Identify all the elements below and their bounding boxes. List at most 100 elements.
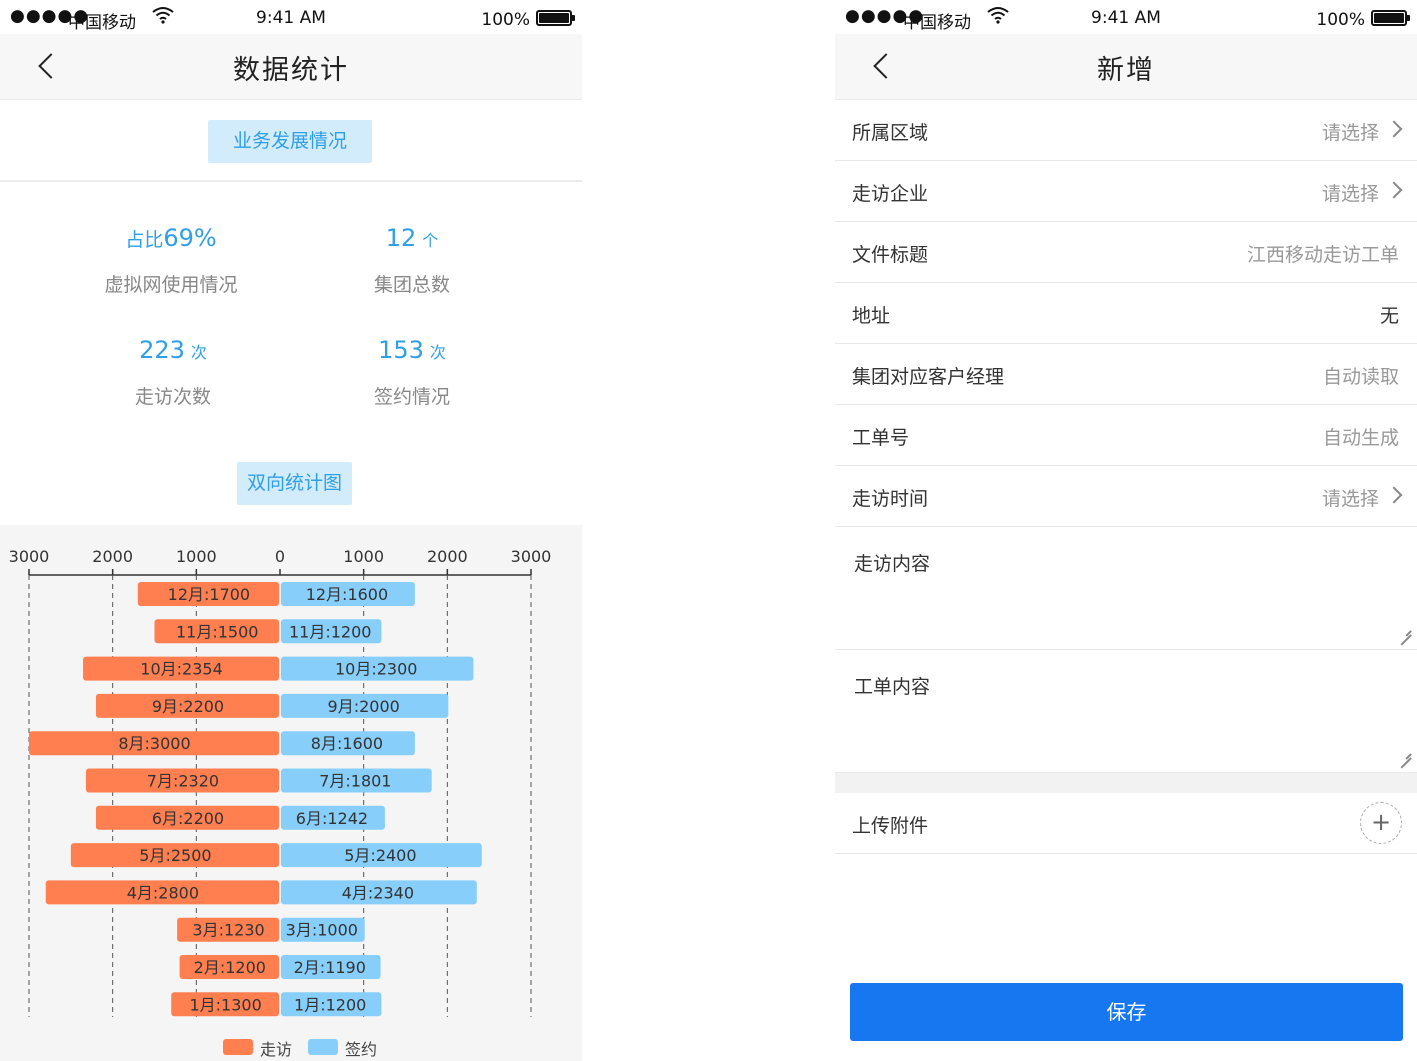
- field-visited-company[interactable]: 走访企业 请选择: [835, 161, 1417, 222]
- status-bar: ●●●●● 中国移动 9:41 AM 100%: [835, 0, 1417, 34]
- stat-value: 223 次: [139, 336, 207, 364]
- battery-icon: [536, 10, 575, 26]
- section-divider: [835, 773, 1417, 793]
- bidirectional-bar-chart: 3000 2000 1000 0 1000 2000 3000 12月:1700 12月:160…: [0, 525, 582, 1061]
- stat-label: 虚拟网使用情况: [104, 274, 238, 296]
- bidirectional-chart-tab[interactable]: 双向统计图: [237, 462, 352, 505]
- sign-bar-label: 1月:1200: [294, 995, 366, 1014]
- stat-group-total: 12 个 集团总数: [312, 224, 512, 297]
- stat-value: 占比69%: [125, 224, 217, 252]
- field-address[interactable]: 地址 无: [835, 283, 1417, 344]
- chart-svg: 3000 2000 1000 0 1000 2000 3000 12月:1700 12月:160…: [9, 547, 552, 1059]
- x-tick-label: 3000: [9, 547, 50, 566]
- page-title: 数据统计: [233, 55, 349, 86]
- save-button[interactable]: 保存: [850, 983, 1403, 1041]
- stat-signing: 153 次 签约情况: [312, 336, 512, 409]
- order-content-textarea[interactable]: 工单内容: [835, 650, 1417, 773]
- add-icon[interactable]: +: [1360, 802, 1402, 844]
- visit-bar-label: 12月:1700: [168, 585, 250, 604]
- sign-bar-label: 2月:1190: [294, 958, 366, 977]
- resize-grip-icon[interactable]: [1399, 623, 1411, 635]
- stat-value: 153 次: [378, 336, 446, 364]
- field-label: 上传附件: [852, 815, 929, 837]
- visit-bar-label: 3月:1230: [192, 921, 264, 940]
- stat-label: 走访次数: [134, 386, 211, 408]
- field-value: 自动读取: [1322, 366, 1399, 388]
- visit-bar-label: 7月:2320: [147, 772, 219, 791]
- x-tick-label: 0: [275, 547, 285, 566]
- stat-label: 集团总数: [373, 274, 450, 296]
- sign-bar-label: 4月:2340: [342, 883, 414, 902]
- field-label: 工单号: [852, 427, 910, 449]
- business-development-tab[interactable]: 业务发展情况: [208, 120, 372, 163]
- field-region[interactable]: 所属区域 请选择: [835, 100, 1417, 161]
- upload-attachment-row[interactable]: 上传附件 +: [835, 793, 1417, 854]
- x-tick-label: 1000: [176, 547, 217, 566]
- x-tick-label: 1000: [343, 547, 384, 566]
- stat-virtual-network: 占比69% 虚拟网使用情况: [71, 224, 271, 297]
- visit-bar-label: 1月:1300: [189, 995, 261, 1014]
- field-order-number: 工单号 自动生成: [835, 405, 1417, 466]
- field-visit-time[interactable]: 走访时间 请选择: [835, 466, 1417, 527]
- field-file-title[interactable]: 文件标题 江西移动走访工单: [835, 222, 1417, 283]
- visit-bar-label: 9月:2200: [152, 697, 224, 716]
- sign-bar-label: 5月:2400: [344, 846, 416, 865]
- sign-bar-label: 3月:1000: [286, 921, 358, 940]
- field-value: 请选择: [1321, 488, 1379, 510]
- battery-percent: 100%: [1316, 10, 1365, 30]
- x-tick-label: 2000: [427, 547, 468, 566]
- legend-swatch-sign: [308, 1039, 338, 1055]
- field-label: 集团对应客户经理: [852, 366, 1005, 388]
- field-value[interactable]: 江西移动走访工单: [1247, 240, 1399, 267]
- chevron-right-icon: [1385, 181, 1403, 199]
- battery-percent: 100%: [481, 10, 530, 30]
- nav-bar: 数据统计: [0, 34, 582, 100]
- sign-bar-label: 8月:1600: [311, 734, 383, 753]
- sign-bar-label: 7月:1801: [319, 772, 391, 791]
- field-label: 工单内容: [854, 676, 931, 698]
- add-screen: ●●●●● 中国移动 9:41 AM 100% 新增 所属区域 请选择 走访企业…: [835, 0, 1417, 1061]
- page-title: 新增: [1097, 55, 1155, 86]
- visit-bar-label: 11月:1500: [176, 622, 258, 641]
- field-label: 文件标题: [852, 244, 929, 266]
- battery-icon: [1371, 10, 1410, 26]
- visit-bar-label: 10月:2354: [140, 660, 222, 679]
- x-tick-label: 2000: [92, 547, 133, 566]
- visit-bar-label: 8月:3000: [118, 734, 190, 753]
- field-label: 走访企业: [852, 183, 929, 205]
- sign-bar-label: 11月:1200: [289, 622, 371, 641]
- field-label: 地址: [852, 305, 891, 327]
- chevron-right-icon: [1385, 120, 1403, 138]
- business-section: 业务发展情况: [0, 100, 582, 182]
- field-account-manager: 集团对应客户经理 自动读取: [835, 344, 1417, 405]
- sign-bar-label: 10月:2300: [335, 660, 417, 679]
- stat-label: 签约情况: [373, 386, 450, 408]
- legend-label-visit: 走访: [260, 1040, 292, 1059]
- nav-bar: 新增: [835, 34, 1417, 100]
- field-label: 所属区域: [852, 122, 929, 144]
- chevron-right-icon: [1385, 486, 1403, 504]
- stat-value: 12 个: [385, 224, 439, 252]
- field-value: 请选择: [1321, 122, 1379, 144]
- visit-bar-label: 5月:2500: [139, 846, 211, 865]
- status-bar: ●●●●● 中国移动 9:41 AM 100%: [0, 0, 582, 34]
- field-value: 请选择: [1321, 183, 1379, 205]
- x-tick-label: 3000: [511, 547, 552, 566]
- sign-bar-label: 12月:1600: [306, 585, 388, 604]
- field-value[interactable]: 无: [1380, 301, 1399, 328]
- stat-visit-count: 223 次 走访次数: [73, 336, 273, 409]
- sign-bar-label: 6月:1242: [296, 809, 368, 828]
- field-value: 自动生成: [1322, 427, 1399, 449]
- field-label: 走访内容: [854, 553, 931, 575]
- legend-swatch-visit: [223, 1039, 253, 1055]
- visit-bar-label: 2月:1200: [194, 958, 266, 977]
- resize-grip-icon[interactable]: [1399, 746, 1411, 758]
- stats-screen: ●●●●● 中国移动 9:41 AM 100% 数据统计 业务发展情况 占比69…: [0, 0, 582, 1061]
- add-form: 所属区域 请选择 走访企业 请选择 文件标题 江西移动走访工单 地址 无 集团对…: [835, 100, 1417, 854]
- legend-label-sign: 签约: [345, 1040, 377, 1059]
- visit-bar-label: 6月:2200: [152, 809, 224, 828]
- field-label: 走访时间: [852, 488, 929, 510]
- visit-bar-label: 4月:2800: [127, 883, 199, 902]
- sign-bar-label: 9月:2000: [328, 697, 400, 716]
- visit-content-textarea[interactable]: 走访内容: [835, 527, 1417, 650]
